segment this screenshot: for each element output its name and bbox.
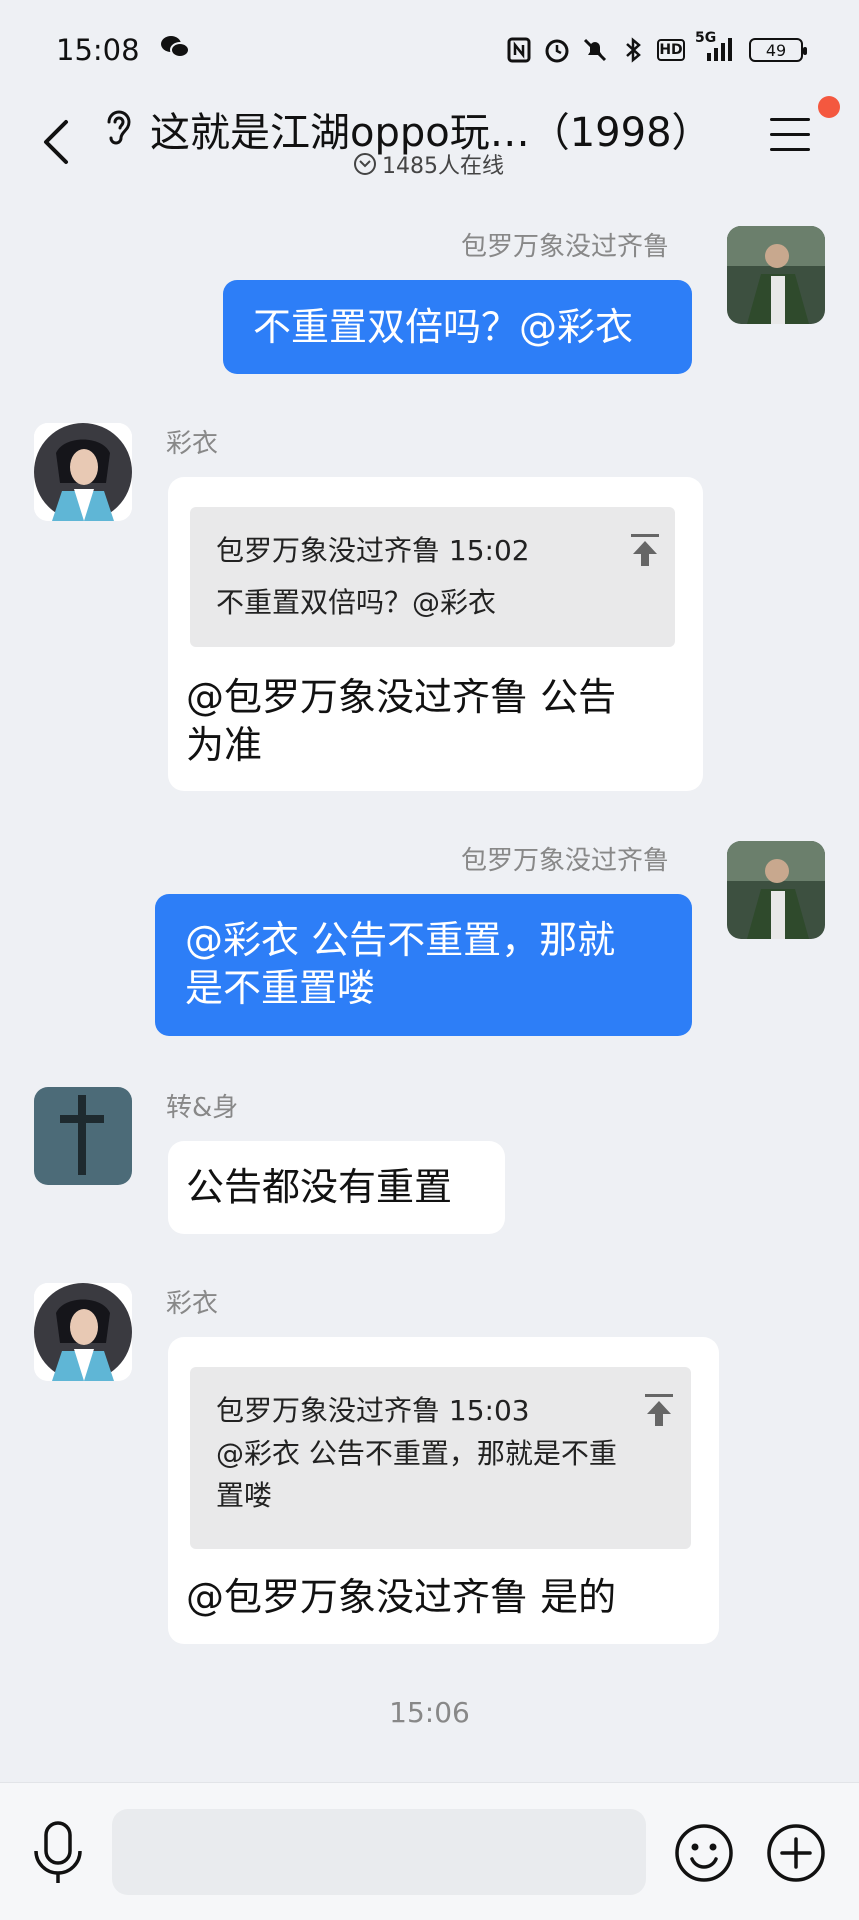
add-icon[interactable] bbox=[766, 1823, 826, 1883]
online-count[interactable]: 1485人在线 bbox=[354, 148, 504, 180]
message-bubble[interactable]: 不重置双倍吗？@彩衣 bbox=[223, 280, 692, 374]
quote-line: @彩衣 公告不重置，那就是不重 bbox=[216, 1437, 617, 1470]
message-bubble[interactable]: 公告都没有重置 bbox=[168, 1141, 505, 1234]
status-time: 15:08 bbox=[56, 33, 140, 67]
sender-name: 彩衣 bbox=[166, 1289, 219, 1319]
sender-name: 转&身 bbox=[166, 1093, 239, 1123]
microphone-icon[interactable] bbox=[32, 1821, 84, 1885]
sender-name: 包罗万象没过齐鲁 bbox=[461, 232, 670, 262]
chevron-down-icon bbox=[354, 153, 376, 175]
message-text: 公告都没有重置 bbox=[186, 1165, 453, 1209]
quote-body: @彩衣 公告不重置，那就是不重 置喽 bbox=[216, 1433, 617, 1517]
message-text: @包罗万象没过齐鲁 是的 bbox=[186, 1575, 617, 1619]
notification-dot bbox=[818, 96, 840, 118]
avatar[interactable] bbox=[727, 226, 825, 324]
message-line: 为准 bbox=[186, 723, 263, 767]
time-divider: 15:06 bbox=[389, 1696, 470, 1729]
input-bar bbox=[0, 1782, 859, 1920]
message-line: 是不重置喽 bbox=[185, 966, 376, 1010]
message-text: 不重置双倍吗？@彩衣 bbox=[253, 305, 634, 349]
online-count-label: 1485人在线 bbox=[382, 154, 504, 179]
wechat-icon bbox=[160, 34, 190, 67]
message-input[interactable] bbox=[112, 1809, 646, 1895]
quoted-message[interactable]: 包罗万象没过齐鲁 15:03 @彩衣 公告不重置，那就是不重 置喽 bbox=[190, 1367, 691, 1549]
ear-icon[interactable] bbox=[100, 104, 136, 148]
signal-label: 5G bbox=[695, 30, 717, 46]
message-text: @包罗万象没过齐鲁 公告 为准 bbox=[186, 673, 616, 769]
quote-header: 包罗万象没过齐鲁 15:02 bbox=[216, 534, 530, 567]
message-bubble[interactable]: @彩衣 公告不重置，那就 是不重置喽 bbox=[155, 894, 692, 1036]
quote-body: 不重置双倍吗？@彩衣 bbox=[216, 586, 497, 619]
scroll-to-top-icon[interactable] bbox=[630, 533, 660, 567]
hd-icon: HD bbox=[657, 39, 685, 61]
message-bubble[interactable]: 包罗万象没过齐鲁 15:02 不重置双倍吗？@彩衣 @包罗万象没过齐鲁 公告 为… bbox=[168, 477, 703, 791]
message-line: @包罗万象没过齐鲁 公告 bbox=[186, 675, 617, 719]
signal-icon: 5G bbox=[695, 30, 735, 64]
quote-header: 包罗万象没过齐鲁 15:03 bbox=[216, 1394, 530, 1427]
nfc-icon bbox=[505, 36, 533, 64]
quote-line: 置喽 bbox=[216, 1479, 273, 1512]
status-bar: 15:08 HD 5G 49 bbox=[0, 0, 859, 100]
avatar[interactable] bbox=[34, 1283, 132, 1381]
message-line: @彩衣 公告不重置，那就 bbox=[185, 918, 616, 962]
battery-icon: 49 bbox=[749, 38, 807, 62]
sender-name: 彩衣 bbox=[166, 429, 219, 459]
back-arrow-icon[interactable] bbox=[36, 114, 76, 170]
mute-icon bbox=[581, 36, 609, 64]
sender-name: 包罗万象没过齐鲁 bbox=[461, 846, 670, 876]
alarm-icon bbox=[543, 36, 571, 64]
quoted-message[interactable]: 包罗万象没过齐鲁 15:02 不重置双倍吗？@彩衣 bbox=[190, 507, 675, 647]
chat-header: 这就是江湖oppo玩…（1998） 1485人在线 bbox=[0, 96, 859, 190]
avatar[interactable] bbox=[727, 841, 825, 939]
scroll-to-top-icon[interactable] bbox=[644, 1393, 674, 1427]
menu-icon[interactable] bbox=[770, 118, 810, 154]
emoji-icon[interactable] bbox=[674, 1823, 734, 1883]
bluetooth-icon bbox=[619, 36, 647, 64]
avatar[interactable] bbox=[34, 1087, 132, 1185]
message-bubble[interactable]: 包罗万象没过齐鲁 15:03 @彩衣 公告不重置，那就是不重 置喽 @包罗万象没… bbox=[168, 1337, 719, 1644]
avatar[interactable] bbox=[34, 423, 132, 521]
